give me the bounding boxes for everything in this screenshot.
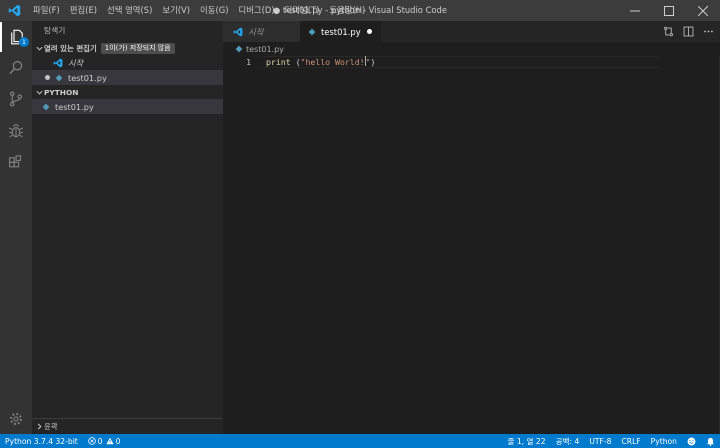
gear-icon [10, 413, 22, 425]
outline-header[interactable]: 윤곽 [32, 418, 223, 434]
ellipsis-icon [703, 30, 713, 33]
tab-label: test01.py [321, 26, 361, 37]
menu-view[interactable]: 보기(V) [157, 0, 195, 21]
vscode-icon [233, 27, 243, 36]
open-changes-button[interactable] [660, 21, 676, 42]
unsaved-dot-icon[interactable] [367, 29, 372, 34]
editor-tabs: 시작 test01.py [223, 21, 720, 42]
status-bar: Python 3.7.4 32-bit 0 0 줄 1, 열 22 공백: 4 … [0, 434, 720, 448]
token-function: print [266, 57, 291, 67]
extensions-icon [9, 155, 22, 168]
open-editor-test01[interactable]: test01.py [32, 70, 223, 85]
maximize-button[interactable] [652, 0, 686, 21]
bell-icon [706, 437, 715, 446]
activity-extensions[interactable] [0, 148, 32, 178]
warning-icon [106, 437, 114, 445]
menu-terminal[interactable]: 터미널(T) [280, 0, 325, 21]
explorer-sidebar: 탐색기 열려 있는 편집기 1이(가) 저장되지 않음 시작 test01.py… [32, 21, 223, 434]
feedback-button[interactable] [682, 434, 701, 448]
activity-debug[interactable] [0, 116, 32, 146]
maximize-icon [664, 5, 674, 16]
vscode-icon [53, 58, 63, 67]
outline-label: 윤곽 [44, 422, 58, 431]
file-label: test01.py [55, 101, 94, 112]
menu-go[interactable]: 이동(G) [195, 0, 233, 21]
title-bar: 파일(F) 편집(E) 선택 영역(S) 보기(V) 이동(G) 디버그(D) … [0, 0, 720, 21]
breadcrumb-file: test01.py [246, 44, 284, 54]
bug-icon [9, 124, 23, 138]
code-text[interactable]: print ("hello World!") [266, 56, 375, 68]
menu-bar: 파일(F) 편집(E) 선택 영역(S) 보기(V) 이동(G) 디버그(D) … [28, 0, 370, 21]
split-editor-button[interactable] [680, 21, 696, 42]
token-punct: ( [290, 57, 301, 67]
close-button[interactable] [686, 0, 720, 21]
token-punct-close: ) [370, 57, 376, 67]
line-ending[interactable]: CRLF [616, 434, 645, 448]
menu-file[interactable]: 파일(F) [28, 0, 65, 21]
notifications-button[interactable] [701, 434, 720, 448]
cursor-position[interactable]: 줄 1, 열 22 [502, 434, 550, 448]
menu-debug[interactable]: 디버그(D) [233, 0, 279, 21]
smiley-icon [687, 437, 696, 445]
open-editor-label: 시작 [68, 57, 84, 68]
close-icon [698, 5, 708, 16]
line-number: 1 [246, 57, 251, 67]
tab-label: 시작 [248, 26, 264, 37]
breadcrumb[interactable]: test01.py [223, 42, 720, 56]
search-icon [9, 61, 23, 75]
menu-selection[interactable]: 선택 영역(S) [102, 0, 157, 21]
code-line[interactable]: 1 print ("hello World!") [223, 56, 720, 68]
error-icon [88, 437, 96, 445]
source-control-icon [9, 91, 23, 107]
unsaved-dot-icon [45, 75, 50, 80]
minimize-button[interactable] [618, 0, 652, 21]
language-mode[interactable]: Python [646, 434, 682, 448]
encoding[interactable]: UTF-8 [584, 434, 616, 448]
split-editor-icon [683, 26, 693, 37]
python-file-icon [308, 28, 316, 35]
warning-count: 0 [115, 436, 121, 446]
folder-label: PYTHON [44, 87, 79, 97]
file-test01[interactable]: test01.py [32, 99, 223, 114]
menu-edit[interactable]: 편집(E) [65, 0, 102, 21]
vscode-logo-icon [0, 0, 28, 21]
python-interpreter[interactable]: Python 3.7.4 32-bit [0, 434, 83, 448]
tab-welcome[interactable]: 시작 [223, 21, 300, 42]
chevron-down-icon [34, 45, 44, 52]
python-file-icon [42, 103, 50, 110]
open-editors-label: 열려 있는 편집기 [44, 43, 97, 53]
chevron-right-icon [34, 423, 44, 430]
menu-help[interactable]: 도움말(H) [324, 0, 370, 21]
open-editor-welcome[interactable]: 시작 [32, 55, 223, 70]
python-file-icon [235, 45, 243, 53]
problems-indicator[interactable]: 0 0 [83, 434, 126, 448]
code-editor[interactable]: 1 print ("hello World!") [223, 56, 720, 434]
open-editor-label: test01.py [68, 72, 107, 83]
activity-bar: 1 [0, 21, 32, 434]
compare-changes-icon [663, 26, 673, 37]
activity-search[interactable] [0, 53, 32, 83]
indentation[interactable]: 공백: 4 [551, 434, 585, 448]
minimize-icon [630, 10, 640, 11]
token-string: "hello World! [300, 57, 365, 67]
activity-explorer[interactable]: 1 [0, 22, 32, 52]
window-controls [618, 0, 720, 21]
more-actions-button[interactable] [700, 21, 716, 42]
tab-test01[interactable]: test01.py [300, 21, 381, 42]
activity-settings[interactable] [0, 404, 32, 434]
open-editors-header[interactable]: 열려 있는 편집기 1이(가) 저장되지 않음 [32, 41, 223, 55]
python-file-icon [55, 74, 63, 81]
sidebar-title: 탐색기 [44, 26, 66, 35]
folder-python-header[interactable]: PYTHON [32, 85, 223, 99]
activity-source-control[interactable] [0, 84, 32, 114]
explorer-badge: 1 [19, 37, 29, 47]
chevron-down-icon [34, 89, 44, 96]
error-count: 0 [97, 436, 103, 446]
unsaved-badge: 1이(가) 저장되지 않음 [100, 42, 175, 54]
editor-actions [660, 21, 720, 42]
